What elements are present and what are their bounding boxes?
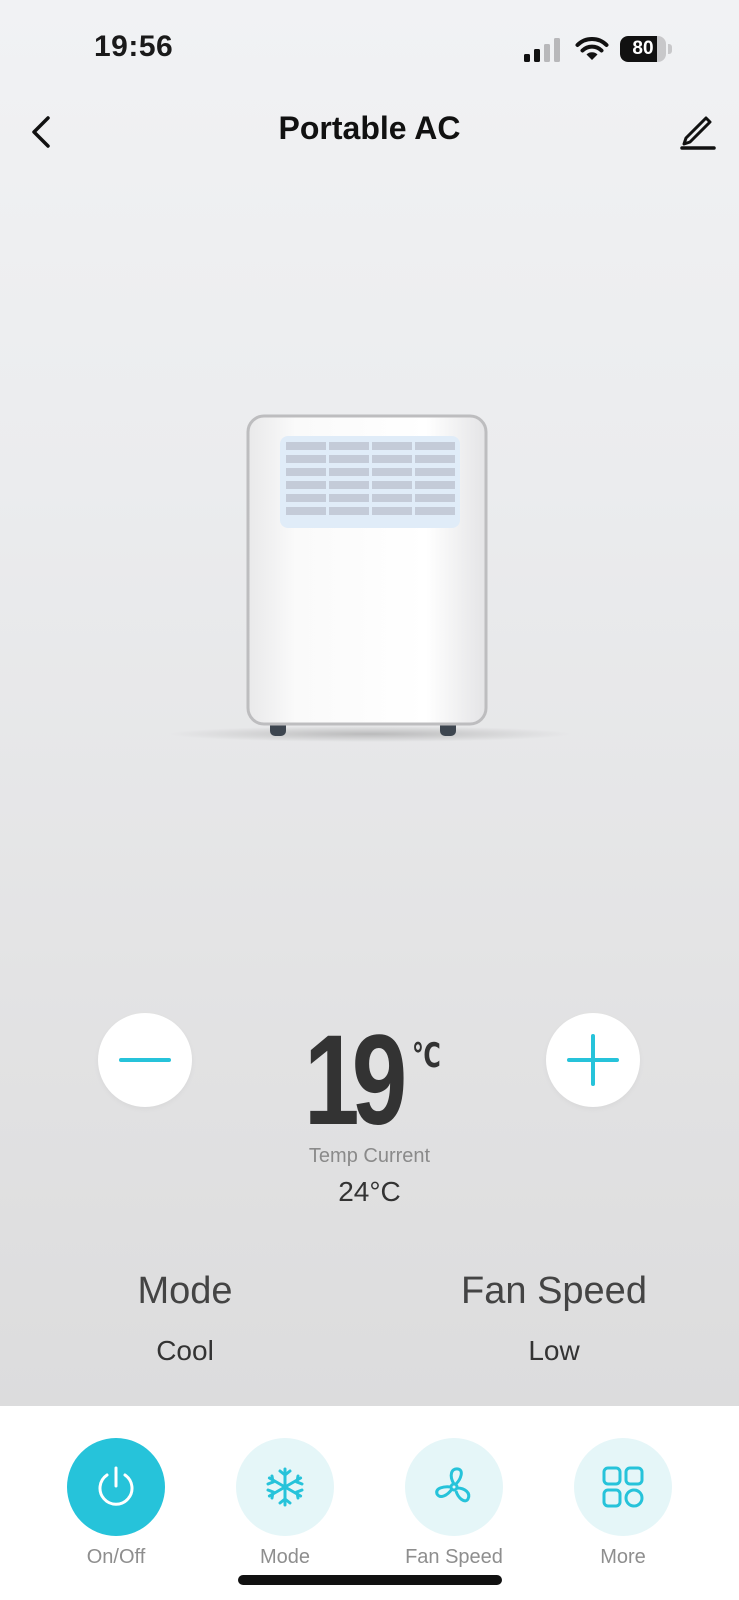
grid-icon: [602, 1466, 644, 1508]
fan-speed-info: Fan Speed Low: [404, 1270, 704, 1367]
mode-button-circle[interactable]: [236, 1438, 334, 1536]
current-temp-label: Temp Current: [308, 1145, 431, 1167]
plus-icon: [567, 1034, 619, 1086]
power-icon: [98, 1466, 134, 1506]
portable-ac-illustration: [170, 414, 570, 742]
fan-icon: [435, 1467, 471, 1503]
fan-speed-button[interactable]: Fan Speed: [384, 1438, 524, 1569]
page-title: Portable AC: [278, 110, 461, 146]
status-time: 19:56: [94, 30, 174, 63]
fan-speed-button-circle[interactable]: [405, 1438, 503, 1536]
mode-button[interactable]: Mode: [215, 1438, 355, 1569]
set-temperature: 19: [304, 1009, 407, 1152]
more-button-label: More: [600, 1546, 646, 1568]
more-button-circle[interactable]: [574, 1438, 672, 1536]
signal-icon: [524, 38, 560, 62]
home-indicator[interactable]: [238, 1575, 502, 1585]
battery-icon: 80: [620, 36, 674, 64]
power-button[interactable]: On/Off: [46, 1438, 186, 1569]
power-button-circle[interactable]: [67, 1438, 165, 1536]
pencil-icon[interactable]: [676, 108, 720, 152]
fan-speed-button-label: Fan Speed: [405, 1546, 503, 1568]
temperature-unit: ℃: [412, 1037, 441, 1075]
more-button[interactable]: More: [553, 1438, 693, 1569]
bottom-action-bar: On/Off Mode Fan Speed More: [0, 1406, 739, 1600]
fan-speed-title: Fan Speed: [461, 1270, 647, 1312]
snowflake-icon: [266, 1467, 304, 1507]
increase-temp-button[interactable]: [546, 1013, 640, 1107]
status-bar: 19:56 80: [0, 0, 739, 100]
power-button-label: On/Off: [86, 1546, 146, 1568]
minus-icon: [119, 1058, 171, 1062]
battery-level-text: 80: [632, 38, 654, 59]
mode-value: Cool: [156, 1335, 214, 1366]
mode-button-label: Mode: [259, 1546, 311, 1568]
fan-speed-value: Low: [528, 1335, 580, 1366]
mode-info: Mode Cool: [35, 1270, 335, 1367]
mode-title: Mode: [137, 1270, 233, 1312]
decrease-temp-button[interactable]: [98, 1013, 192, 1107]
wifi-icon: [575, 37, 609, 60]
current-temp-value: 24°C: [338, 1176, 401, 1207]
